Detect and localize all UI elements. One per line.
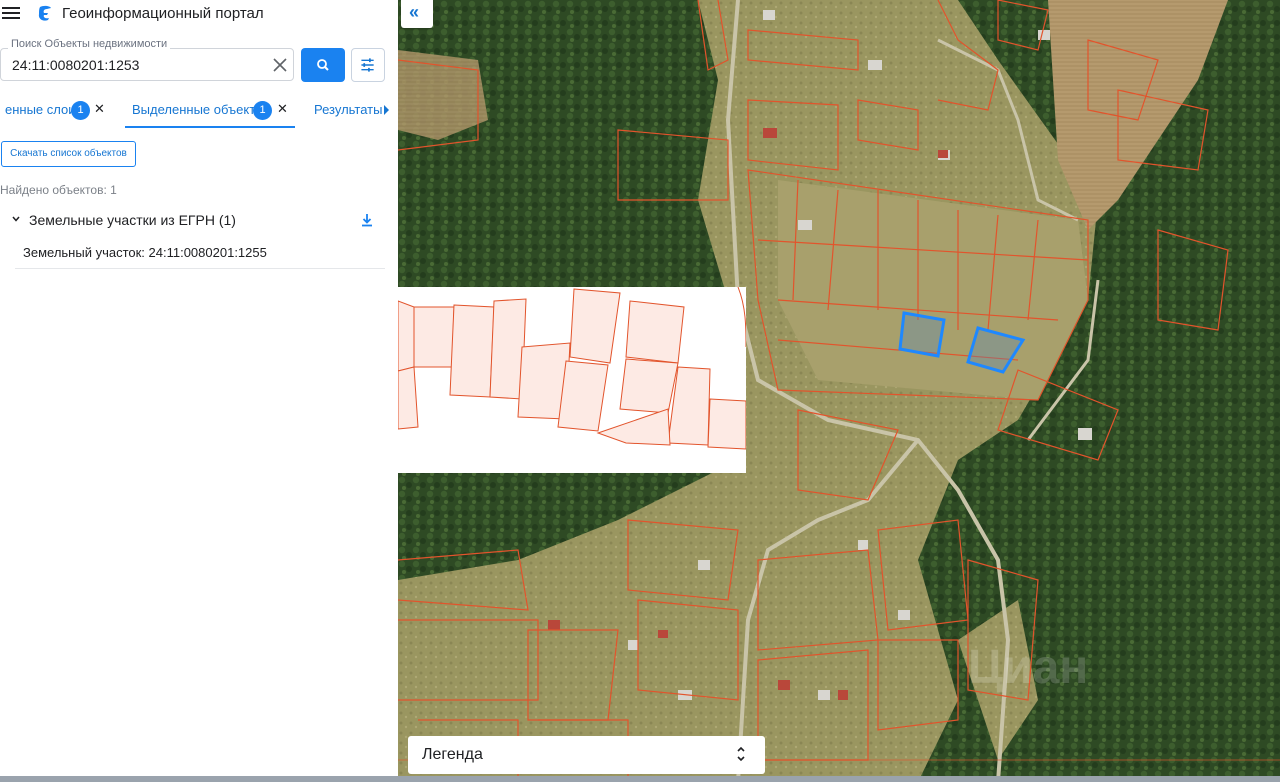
close-icon[interactable] [270,56,290,74]
legend-panel[interactable]: Легенда [408,736,765,774]
result-group-header[interactable]: Земельные участки из ЕГРН (1) [10,211,388,231]
unfold-icon[interactable] [736,745,746,763]
list-item[interactable]: Земельный участок: 24:11:0080201:1255 [15,238,385,269]
tab-selected-objects-close[interactable]: ✕ [277,101,288,117]
parcel-inset-overlay [398,286,747,473]
watermark: Циан [968,641,1089,694]
parcel-inset-drawing [398,286,747,450]
search-field-label: Поиск Объекты недвижимости [8,38,171,50]
menu-icon[interactable] [2,5,20,21]
app-root: Геоинформационный портал Поиск Объекты н… [0,0,1280,782]
found-count: Найдено объектов: 1 [0,183,117,197]
tabs-scroll-right-icon[interactable] [384,105,389,115]
tab-selected-objects[interactable]: Выделенные объекты [132,102,265,117]
map-view[interactable]: « Легенда Циан [398,0,1280,782]
result-group-title: Земельные участки из ЕГРН (1) [29,212,236,228]
window-bottom-edge [0,776,1280,782]
search-input[interactable] [12,56,262,74]
tab-selected-objects-badge: 1 [253,101,272,120]
app-title: Геоинформационный портал [62,5,264,22]
chevron-down-icon [12,216,20,222]
sidebar-panel: Геоинформационный портал Поиск Объекты н… [0,0,398,782]
sliders-icon [361,58,374,72]
search-button[interactable] [301,48,345,82]
tab-layers-badge: 1 [71,101,90,120]
active-tab-indicator [125,126,295,128]
topbar: Геоинформационный портал [0,0,398,28]
search-icon [317,59,329,71]
tab-layers-close[interactable]: ✕ [94,101,105,117]
tab-results[interactable]: Результаты [314,102,382,117]
result-item-label: Земельный участок: 24:11:0080201:1255 [23,245,267,260]
legend-title: Легенда [422,746,483,763]
filter-button[interactable] [351,48,385,82]
tab-layers[interactable]: енные слои [5,102,76,117]
portal-logo-icon [38,5,51,21]
download-icon[interactable] [360,212,374,228]
collapse-panel-button[interactable]: « [401,0,433,28]
double-chevron-left-icon: « [409,2,420,22]
download-list-button[interactable]: Скачать список объектов [1,141,136,167]
results-tabs: енные слои 1 ✕ Выделенные объекты 1 ✕ Ре… [0,97,398,128]
